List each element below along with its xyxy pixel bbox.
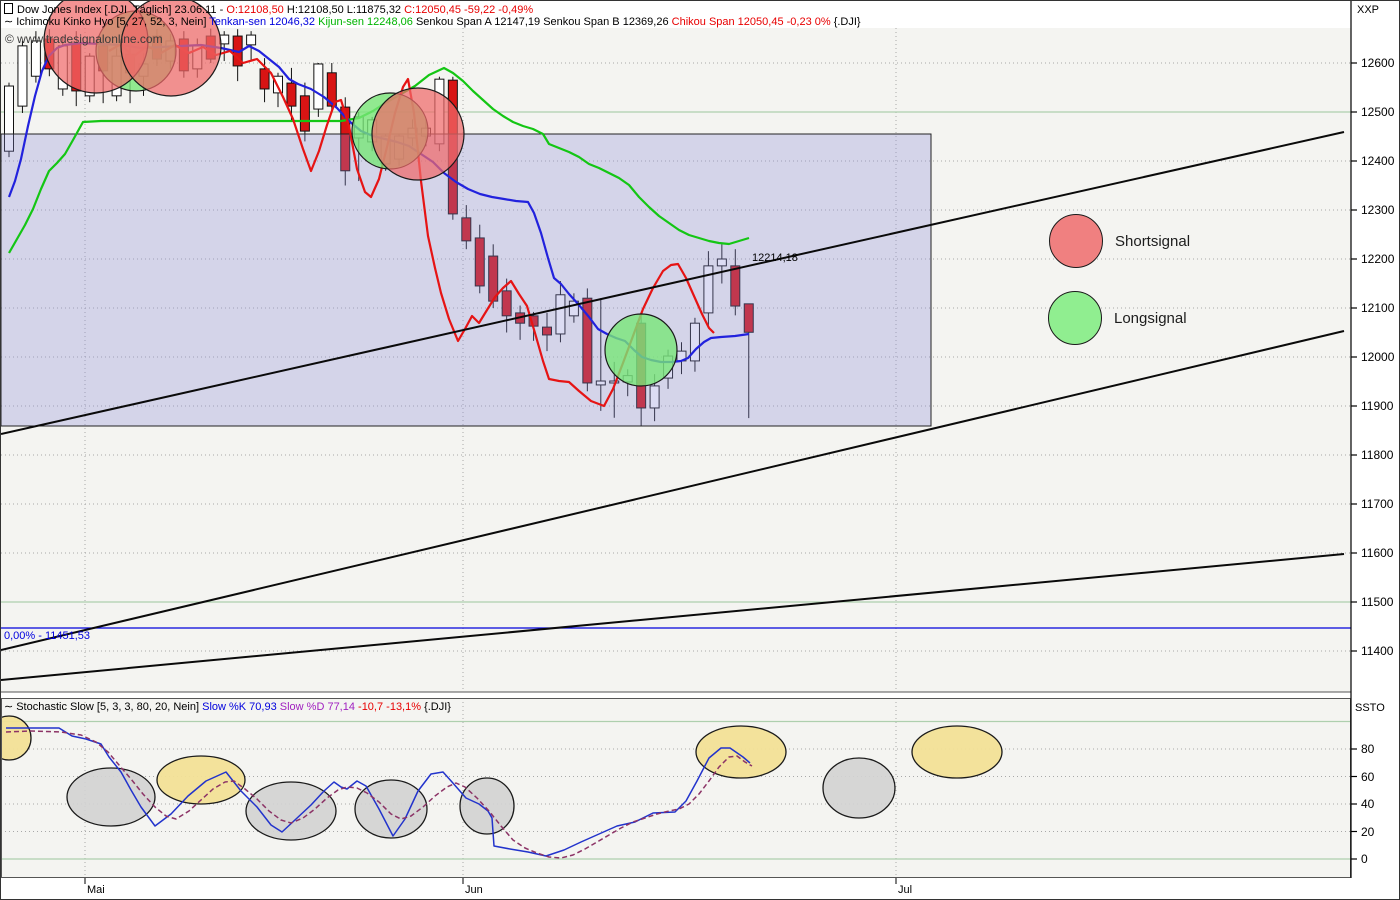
- price-tick-label: 11500: [1361, 595, 1393, 609]
- symbol-header-row[interactable]: Dow Jones Index [.DJI Täglich] 23.06.11 …: [4, 2, 533, 17]
- header-segment: Stochastic Slow [5, 3, 3, 80, 20, Nein]: [16, 701, 202, 713]
- stochastic-header-text: Stochastic Slow [5, 3, 3, 80, 20, Nein] …: [16, 701, 451, 713]
- yellow-highlight-ellipse: [912, 726, 1002, 778]
- header-segment: {.DJI}: [834, 16, 861, 28]
- indicator-wave-icon: ∼: [4, 16, 13, 29]
- stochastic-tick-label: 60: [1361, 770, 1374, 784]
- gray-highlight-ellipse: [67, 768, 155, 826]
- price-tick-label: 11800: [1361, 448, 1393, 462]
- price-tick-label: 11700: [1361, 497, 1393, 511]
- price-tick-label: 11400: [1361, 644, 1393, 658]
- ichimoku-header-text: Ichimoku Kinko Hyo [5, 27, 52, 3, Nein] …: [16, 16, 860, 28]
- shortsignal-circle-icon: [1049, 214, 1103, 268]
- candle-up: [18, 46, 27, 106]
- ichimoku-header-row[interactable]: ∼Ichimoku Kinko Hyo [5, 27, 52, 3, Nein]…: [4, 16, 861, 29]
- indicator-wave-icon: ∼: [4, 701, 13, 714]
- stochastic-header-row[interactable]: ∼Stochastic Slow [5, 3, 3, 80, 20, Nein]…: [4, 701, 451, 714]
- price-tick-label: 12300: [1361, 203, 1394, 217]
- stochastic-tick-label: 20: [1361, 825, 1374, 839]
- longsignal-circle-icon: [1048, 291, 1102, 345]
- price-tick-label: 12500: [1361, 105, 1394, 119]
- stochastic-tick-label: 0: [1361, 852, 1368, 866]
- header-segment: Dow Jones Index [.DJI Täglich] 23.06.11 …: [17, 4, 226, 16]
- watermark: © www.tradesignalonline.com: [5, 32, 163, 46]
- header-segment: O:12108,50: [226, 4, 287, 16]
- header-segment: {.DJI}: [424, 701, 451, 713]
- candle-up: [247, 35, 256, 45]
- candle-up: [314, 64, 323, 109]
- gray-highlight-ellipse: [823, 758, 895, 818]
- stochastic-tick-label: 80: [1361, 742, 1374, 756]
- trendline-price-label: 12214,18: [752, 252, 798, 264]
- header-segment: H:12108,50 L:11875,32: [287, 4, 404, 16]
- header-segment: Slow %D 77,14: [280, 701, 358, 713]
- price-tick-label: 12200: [1361, 252, 1394, 266]
- month-label: Mai: [87, 884, 105, 896]
- gray-highlight-ellipse: [460, 778, 514, 834]
- gray-highlight-ellipse: [355, 780, 427, 838]
- candle-down: [300, 96, 309, 131]
- longsignal-circle: [605, 314, 677, 386]
- chart-window: Dow Jones Index [.DJI Täglich] 23.06.11 …: [0, 0, 1400, 900]
- price-axis-tag[interactable]: XXP: [1357, 4, 1379, 16]
- longsignal-label: Longsignal: [1114, 310, 1187, 327]
- price-tick-label: 11600: [1361, 546, 1393, 560]
- symbol-header-text: Dow Jones Index [.DJI Täglich] 23.06.11 …: [17, 4, 533, 16]
- header-segment: Kijun-sen 12248,06: [318, 16, 416, 28]
- candle-down: [260, 69, 269, 89]
- header-segment: C:12050,45 -59,22 -0,49%: [404, 4, 533, 16]
- candlestick-icon: [4, 3, 13, 14]
- price-and-stochastic-chart[interactable]: [1, 1, 1400, 900]
- price-tick-label: 11900: [1361, 399, 1393, 413]
- candle-up: [31, 41, 40, 76]
- candle-down: [287, 83, 296, 106]
- stochastic-tick-label: 40: [1361, 797, 1374, 811]
- price-tick-label: 12000: [1361, 350, 1394, 364]
- header-segment: Ichimoku Kinko Hyo [5, 27, 52, 3, Nein]: [16, 16, 209, 28]
- zone-rectangle: [1, 134, 931, 426]
- price-tick-label: 12100: [1361, 301, 1394, 315]
- shortsignal-circle: [372, 88, 464, 180]
- header-segment: Chikou Span 12050,45 -0,23 0%: [672, 16, 834, 28]
- legend-shortsignal: Shortsignal: [1049, 214, 1190, 268]
- header-segment: -10,7 -13,1%: [358, 701, 424, 713]
- month-label: Jul: [898, 884, 912, 896]
- price-tick-label: 12400: [1361, 154, 1394, 168]
- price-tick-label: 12600: [1361, 56, 1394, 70]
- header-segment: Slow %K 70,93: [202, 701, 280, 713]
- header-segment: Senkou Span A 12147,19 Senkou Span B 123…: [416, 16, 672, 28]
- legend-longsignal: Longsignal: [1048, 291, 1187, 345]
- fibonacci-level-label: 0,00% - 11451,53: [4, 630, 90, 642]
- shortsignal-label: Shortsignal: [1115, 233, 1190, 250]
- yellow-highlight-ellipse: [696, 726, 786, 778]
- month-label: Jun: [465, 884, 483, 896]
- header-segment: Tenkan-sen 12046,32: [209, 16, 318, 28]
- stochastic-axis-tag[interactable]: SSTO: [1355, 702, 1385, 714]
